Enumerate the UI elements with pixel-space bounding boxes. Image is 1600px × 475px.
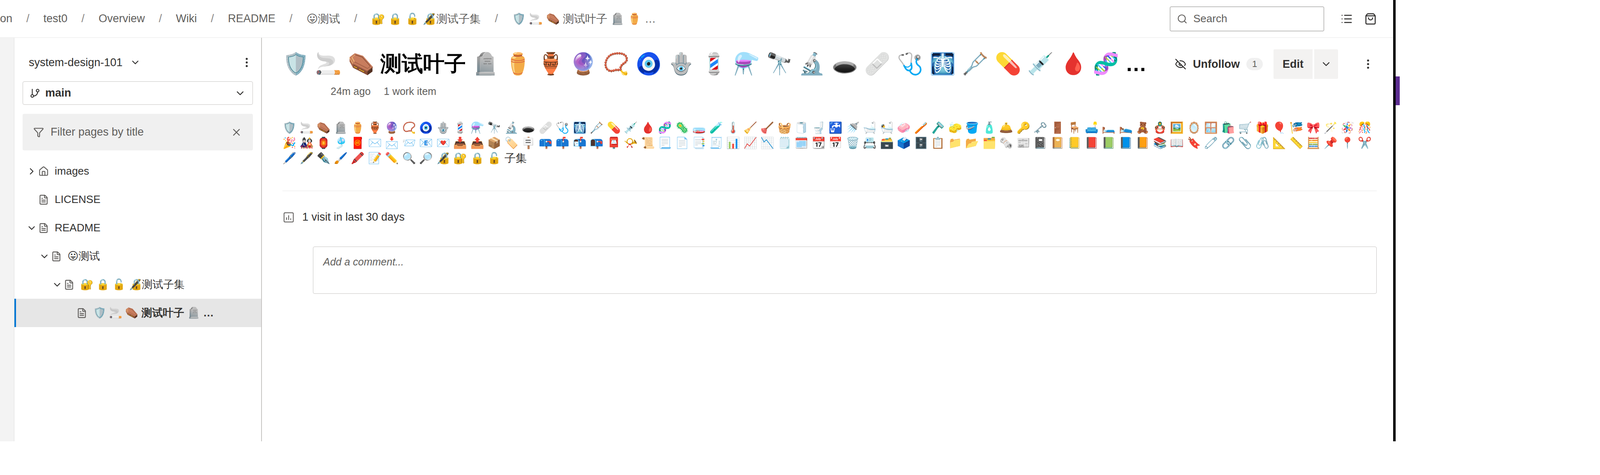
tree-item[interactable]: 🛡️ 🚬 ⚰️ 测试叶子 🪦 … [14,298,262,328]
page-meta: 24m ago 1 work item [282,85,1377,98]
page-body: 🛡️ 🚬 ⚰️ 🪦 ⚱️ 🏺 🔮 📿 🧿 🪬 💈 ⚗️ 🔭 🔬 🕳️ 🩹 🩺 🩻… [282,120,1377,167]
updated-time: 24m ago [330,85,371,98]
unfollow-icon [1174,58,1187,70]
visits: 1 visit in last 30 days [282,210,1377,224]
breadcrumb-separator: / [196,12,229,26]
home-icon [38,166,49,177]
nav-rail [0,37,15,442]
app-window: on/test0/Overview/Wiki/README/😛测试/🔐 🔒 🔓 … [0,0,1394,442]
window-edge [1393,0,1396,442]
filter-icon [33,127,44,138]
breadcrumb-item[interactable]: 😛测试 [306,11,341,27]
visits-icon [282,211,295,224]
breadcrumb-separator: / [340,12,372,26]
breadcrumb-separator: / [275,12,307,26]
breadcrumb-item[interactable]: 🔐 🔒 🔓 🔏测试子集 [371,11,482,27]
page-icon [38,194,49,206]
unfollow-button[interactable]: Unfollow1 [1169,53,1269,75]
tree-item[interactable]: 🔐 🔒 🔓 🔏测试子集 [14,270,262,299]
chevron-down-icon[interactable] [26,222,38,234]
clear-icon[interactable] [230,126,243,139]
breadcrumb-item[interactable]: test0 [43,12,68,26]
edit-menu-button[interactable] [1314,49,1339,79]
chevron-down-icon[interactable] [39,251,50,262]
chevron-down-icon [1320,58,1332,70]
repo-selector[interactable]: system-design-101 [14,50,262,75]
wiki-sidebar: system-design-101 main Filter pages by tit… [14,37,262,442]
breadcrumb-item[interactable]: on [0,12,13,26]
breadcrumb-separator: / [12,12,44,26]
list-icon[interactable] [1340,12,1353,26]
tree-item[interactable]: 😛测试 [14,242,262,271]
branch-selector[interactable]: main [22,81,253,105]
breadcrumb-item[interactable]: Overview [98,12,146,26]
search-icon [1176,13,1188,25]
breadcrumb: on/test0/Overview/Wiki/README/😛测试/🔐 🔒 🔓 … [0,11,1170,27]
edge-accent [1395,76,1400,106]
more-button[interactable] [1359,57,1377,71]
chevron-down-icon [129,57,141,68]
breadcrumb-separator: / [67,12,99,26]
page-icon [76,307,88,319]
chevron-down-icon [234,87,246,100]
edit-button[interactable]: Edit [1273,49,1313,79]
breadcrumb-item[interactable]: 🛡️ 🚬 ⚰️ 测试叶子 🪦 ⚱️ … [511,11,656,27]
tree-item[interactable]: README [14,213,262,243]
page-icon [63,279,75,291]
chevron-down-icon[interactable] [51,279,63,291]
screen: on/test0/Overview/Wiki/README/😛测试/🔐 🔒 🔓 … [0,0,1600,475]
search-box[interactable]: Search [1169,6,1325,32]
top-bar: on/test0/Overview/Wiki/README/😛测试/🔐 🔒 🔓 … [0,0,1394,38]
page-icon [38,222,49,234]
page-content: 🛡️ 🚬 ⚰️ 测试叶子 🪦 ⚱️ 🏺 🔮 📿 🧿 🪬 💈 ⚗️ 🔭 🔬 🕳️ … [261,37,1394,442]
work-items-link[interactable]: 1 work item [383,85,437,98]
divider [282,190,1377,192]
tree-item[interactable]: images [14,157,262,186]
comment-box[interactable]: Add a comment... [312,246,1377,295]
filter-box[interactable]: Filter pages by title [22,113,253,151]
tree-item[interactable]: LICENSE [14,185,262,214]
follower-count: 1 [1246,57,1263,71]
breadcrumb-item[interactable]: README [227,12,276,26]
branch-icon [29,87,41,99]
page-header: 🛡️ 🚬 ⚰️ 测试叶子 🪦 ⚱️ 🏺 🔮 📿 🧿 🪬 💈 ⚗️ 🔭 🔬 🕳️ … [282,47,1377,81]
page-icon [50,251,62,262]
shopping-bag-icon[interactable] [1364,12,1377,26]
more-icon [1361,57,1375,71]
page-tree: imagesLICENSEREADME😛测试🔐 🔒 🔓 🔏测试子集🛡️ 🚬 ⚰️… [14,157,262,328]
more-icon[interactable] [240,56,253,69]
breadcrumb-item[interactable]: Wiki [175,12,197,26]
breadcrumb-separator: / [144,12,176,26]
page-title: 🛡️ 🚬 ⚰️ 测试叶子 🪦 ⚱️ 🏺 🔮 📿 🧿 🪬 💈 ⚗️ 🔭 🔬 🕳️ … [282,49,1157,79]
breadcrumb-separator: / [480,12,512,26]
chevron-right-icon[interactable] [26,166,38,177]
